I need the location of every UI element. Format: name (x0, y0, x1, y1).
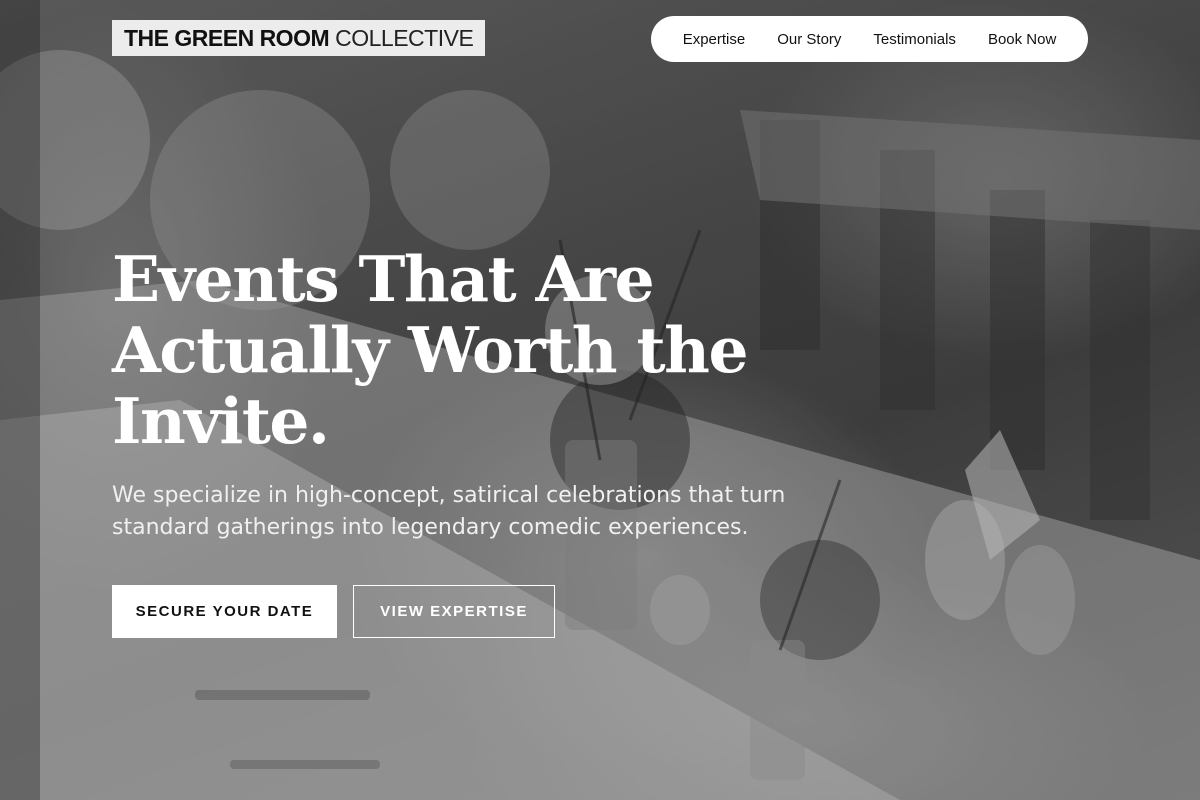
nav-item-testimonials[interactable]: Testimonials (873, 31, 956, 48)
nav-item-book-now[interactable]: Book Now (988, 31, 1056, 48)
hero-headline-line-1: Events That Are (112, 242, 655, 316)
logo-wordmark-light: COLLECTIVE (335, 24, 474, 51)
logo-wordmark-strong: THE GREEN ROOM (124, 24, 330, 51)
hero-headline-line-3: Invite. (112, 384, 330, 458)
hero-headline: Events That Are Actually Worth the Invit… (112, 244, 812, 457)
hero-headline-line-2: Actually Worth the (112, 313, 749, 387)
brand-logo[interactable]: THE GREEN ROOM COLLECTIVE (112, 20, 486, 56)
hero-section: THE GREEN ROOM COLLECTIVE Expertise Our … (0, 0, 1200, 800)
hero-subheadline: We specialize in high-concept, satirical… (112, 483, 786, 540)
nav-item-expertise[interactable]: Expertise (683, 31, 746, 48)
secure-your-date-button[interactable]: SECURE YOUR DATE (112, 585, 337, 638)
nav-item-our-story[interactable]: Our Story (777, 31, 841, 48)
main-navigation: Expertise Our Story Testimonials Book No… (651, 16, 1088, 62)
view-expertise-button[interactable]: VIEW EXPERTISE (353, 585, 555, 638)
